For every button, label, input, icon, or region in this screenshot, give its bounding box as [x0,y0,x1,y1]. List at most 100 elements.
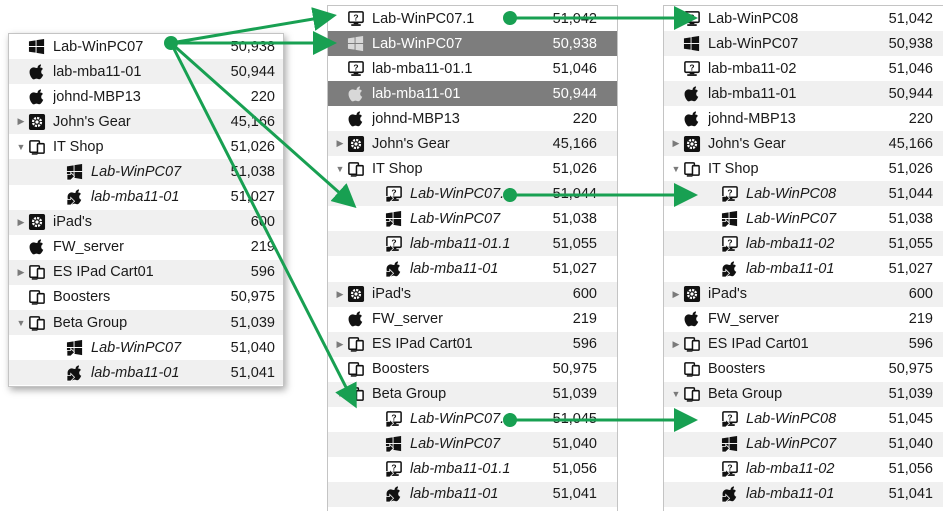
disclosure-closed-icon[interactable]: ▶ [15,116,27,127]
device-row[interactable]: ▶ John's Gear 45,166 [328,131,617,157]
disclosure-open-icon[interactable]: ▼ [670,389,682,399]
device-name: lab-mba11-01.1 [372,60,473,77]
device-row[interactable]: ▼ Beta Group 51,039 [664,381,943,407]
disclosure-open-icon[interactable]: ▼ [334,389,346,399]
apple-alias-icon [65,363,85,383]
device-name: John's Gear [372,135,450,152]
device-name: ES IPad Cart01 [53,264,154,281]
device-count: 50,975 [888,361,933,378]
device-row[interactable]: lab-mba11-01 51,041 [328,481,617,507]
device-row[interactable]: ▶ iPad's 600 [664,281,943,307]
device-row[interactable]: ▼ Beta Group 51,039 [9,310,283,336]
device-count: 51,041 [552,486,597,503]
device-row[interactable]: ? Lab-WinPC08 51,042 [664,6,943,31]
device-row[interactable]: johnd-MBP13 220 [328,106,617,131]
device-row[interactable]: Lab-WinPC07 51,038 [9,159,283,185]
device-count: 51,056 [888,461,933,478]
device-row[interactable]: lab-mba11-01 51,041 [9,360,283,386]
device-row[interactable]: ▶ ES IPad Cart01 596 [328,331,617,357]
device-row[interactable]: lab-mba11-01 51,027 [664,256,943,281]
device-name: iPad's [708,286,748,303]
disclosure-closed-icon[interactable]: ▶ [670,339,682,350]
disclosure-closed-icon[interactable]: ▶ [15,217,27,228]
disclosure-closed-icon[interactable]: ▶ [670,138,682,149]
device-row[interactable]: ▼ IT Shop 51,026 [9,134,283,159]
device-count: 596 [572,336,597,353]
device-row[interactable]: Lab-WinPC07 51,038 [664,206,943,231]
disclosure-closed-icon[interactable]: ▶ [670,289,682,300]
device-row[interactable]: Lab-WinPC07 51,040 [9,335,283,360]
device-row[interactable]: ? Lab-WinPC08 51,045 [664,407,943,432]
device-row[interactable]: Lab-WinPC07 50,938 [9,34,283,59]
device-row[interactable]: johnd-MBP13 220 [664,106,943,131]
device-name: lab-mba11-01 [53,63,142,80]
device-name: lab-mba11-01 [91,189,180,206]
device-row[interactable]: Lab-WinPC07 51,040 [664,431,943,457]
device-row[interactable]: Lab-WinPC07 50,938 [328,31,617,57]
device-row[interactable]: ▼ IT Shop 51,026 [664,156,943,181]
device-row[interactable]: ▶ John's Gear 45,166 [9,109,283,135]
device-row[interactable]: lab-mba11-01 50,944 [9,59,283,85]
device-row[interactable]: ▶ iPad's 600 [328,281,617,307]
device-name: Lab-WinPC07.1 [372,10,475,27]
device-row[interactable]: ▶ John's Gear 45,166 [664,131,943,157]
device-row[interactable]: lab-mba11-01 51,027 [9,185,283,210]
device-row[interactable]: ? Lab-WinPC07.1 51,044 [328,181,617,207]
device-row[interactable]: ? lab-mba11-02 51,056 [664,457,943,482]
apple-icon [682,84,702,104]
device-row[interactable]: Boosters 50,975 [664,357,943,382]
device-row[interactable]: johnd-MBP13 220 [9,84,283,109]
device-row[interactable]: ▶ iPad's 600 [9,209,283,235]
device-row[interactable]: ? lab-mba11-01.1 51,055 [328,231,617,257]
device-row[interactable]: FW_server 219 [9,235,283,260]
device-row[interactable]: Boosters 50,975 [9,285,283,310]
devices-icon [682,359,702,379]
device-name: lab-mba11-01 [91,364,180,381]
device-row[interactable]: ▼ IT Shop 51,026 [328,156,617,181]
svg-text:?: ? [727,413,732,423]
device-row[interactable]: ▶ ES IPad Cart01 596 [9,259,283,285]
disclosure-closed-icon[interactable]: ▶ [334,289,346,300]
device-row[interactable]: FW_server 219 [664,307,943,332]
apple-icon [346,309,366,329]
device-name: lab-mba11-01 [746,260,835,277]
device-row[interactable]: ? Lab-WinPC07.1 51,042 [328,6,617,31]
device-name: johnd-MBP13 [53,88,141,105]
device-count: 51,044 [552,185,597,202]
device-row[interactable]: FW_server 219 [328,307,617,332]
disclosure-closed-icon[interactable]: ▶ [334,138,346,149]
device-count: 51,044 [888,185,933,202]
device-row[interactable]: Lab-WinPC07 51,040 [328,431,617,457]
disclosure-open-icon[interactable]: ▼ [15,142,27,152]
disclosure-open-icon[interactable]: ▼ [334,164,346,174]
device-row[interactable]: ? Lab-WinPC07.1 51,045 [328,407,617,432]
device-row[interactable]: lab-mba11-01 51,041 [664,481,943,507]
device-row[interactable]: ? lab-mba11-02 51,046 [664,56,943,81]
device-row[interactable]: ? lab-mba11-01.1 51,056 [328,457,617,482]
disclosure-closed-icon[interactable]: ▶ [334,339,346,350]
device-name: Lab-WinPC07 [91,339,182,356]
unknown-alias-icon: ? [384,184,404,204]
device-row[interactable]: Lab-WinPC07 51,038 [328,206,617,231]
device-row[interactable]: ? Lab-WinPC08 51,044 [664,181,943,207]
device-row[interactable]: ? lab-mba11-02 51,055 [664,231,943,257]
windows-alias-icon [720,209,740,229]
device-count: 50,938 [230,38,275,55]
device-row[interactable]: ? lab-mba11-01.1 51,046 [328,56,617,81]
device-row[interactable]: lab-mba11-01 50,944 [664,81,943,107]
device-count: 51,038 [552,210,597,227]
device-row[interactable]: ▶ ES IPad Cart01 596 [664,331,943,357]
device-row[interactable]: lab-mba11-01 50,944 [328,81,617,107]
device-row[interactable]: Boosters 50,975 [328,357,617,382]
disclosure-open-icon[interactable]: ▼ [15,318,27,328]
device-name: lab-mba11-01.1 [410,461,511,478]
windows-alias-icon [65,162,85,182]
unknown-alias-icon: ? [720,184,740,204]
device-row[interactable]: lab-mba11-01 51,027 [328,256,617,281]
device-name: ES IPad Cart01 [708,336,809,353]
disclosure-open-icon[interactable]: ▼ [670,164,682,174]
disclosure-closed-icon[interactable]: ▶ [15,267,27,278]
device-row[interactable]: Lab-WinPC07 50,938 [664,31,943,57]
device-row[interactable]: ▼ Beta Group 51,039 [328,381,617,407]
device-count: 45,166 [552,135,597,152]
